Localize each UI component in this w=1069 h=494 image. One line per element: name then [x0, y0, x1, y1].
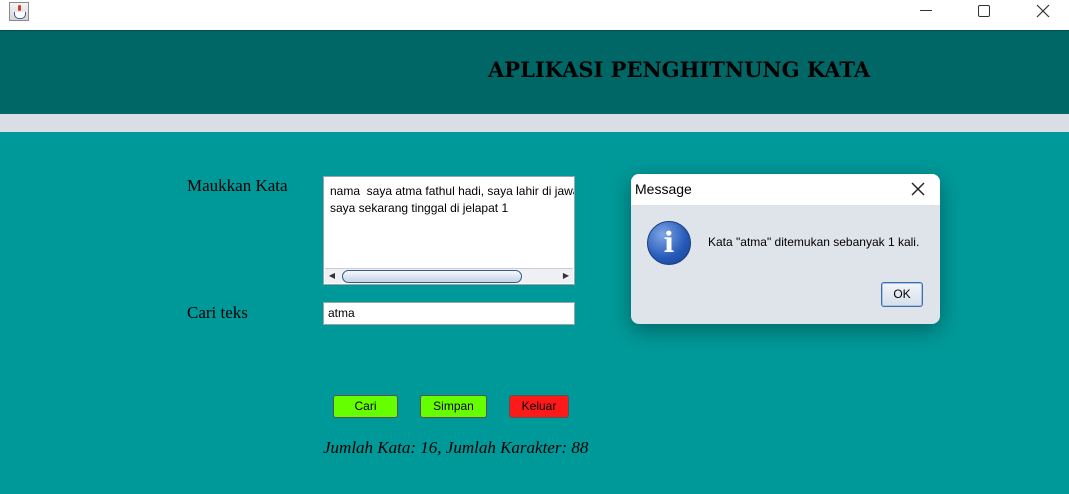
cari-button[interactable]: Cari — [333, 395, 398, 418]
header-divider — [0, 114, 1069, 132]
textarea-content[interactable]: nama saya atma fathul hadi, saya lahir d… — [330, 183, 574, 263]
dialog-title: Message — [635, 181, 692, 197]
message-dialog: Message i Kata "atma" ditemukan sebanyak… — [631, 174, 940, 324]
horizontal-scrollbar[interactable]: ◀ ▶ — [325, 268, 573, 283]
dialog-message: Kata "atma" ditemukan sebanyak 1 kali. — [708, 235, 920, 249]
dialog-close-button[interactable] — [903, 176, 933, 202]
info-icon: i — [647, 221, 691, 265]
ok-button[interactable]: OK — [881, 282, 923, 307]
info-glyph: i — [663, 226, 675, 259]
close-icon — [1036, 4, 1050, 18]
window-close-button[interactable] — [1019, 0, 1065, 30]
window-titlebar — [0, 0, 1069, 31]
scroll-thumb[interactable] — [342, 270, 522, 283]
minimize-button[interactable] — [903, 0, 949, 30]
search-label: Cari teks — [187, 303, 248, 322]
input-label: Maukkan Kata — [187, 176, 288, 195]
text-input-area[interactable]: nama saya atma fathul hadi, saya lahir d… — [323, 176, 575, 285]
scroll-right-arrow-icon[interactable]: ▶ — [559, 269, 573, 283]
close-icon — [911, 182, 925, 196]
java-app-icon[interactable] — [9, 2, 29, 21]
minimize-icon — [920, 10, 932, 11]
app-header: APLIKASI PENGHITNUNG KATA — [0, 30, 1069, 115]
maximize-icon — [978, 5, 990, 17]
result-text: Jumlah Kata: 16, Jumlah Karakter: 88 — [323, 438, 589, 457]
scroll-left-arrow-icon[interactable]: ◀ — [325, 269, 339, 283]
simpan-button[interactable]: Simpan — [420, 395, 487, 418]
page-title: APLIKASI PENGHITNUNG KATA — [488, 57, 871, 82]
dialog-titlebar[interactable]: Message — [631, 174, 940, 205]
maximize-button[interactable] — [961, 0, 1007, 30]
keluar-button[interactable]: Keluar — [509, 395, 569, 418]
search-input[interactable]: atma — [323, 302, 575, 325]
